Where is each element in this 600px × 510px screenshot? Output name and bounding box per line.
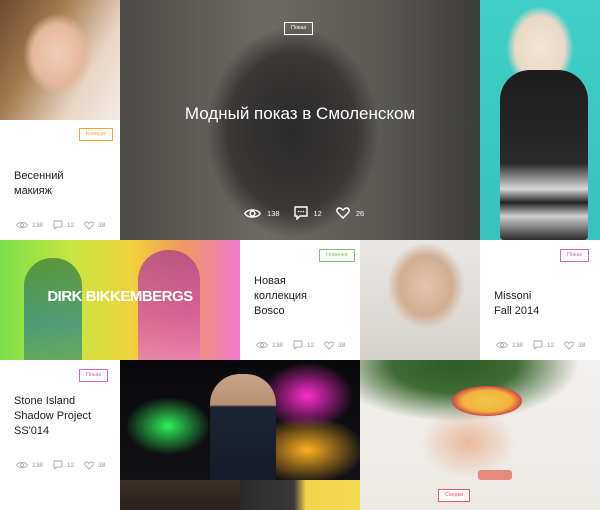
card-stone-island[interactable]: Показ Stone Island Shadow Project SS'014… xyxy=(0,360,120,480)
card-stats: 138 12 38 xyxy=(256,340,345,350)
card-spring-makeup[interactable]: Конкурс Весенний макияж 138 12 38 xyxy=(0,120,120,240)
views-count: 138 xyxy=(512,341,523,349)
comment-icon xyxy=(53,460,63,470)
tag-show: Показ xyxy=(284,22,314,35)
comments-count: 12 xyxy=(66,221,75,229)
hero-title: Модный показ в Смоленском xyxy=(184,104,416,123)
views-count: 138 xyxy=(272,341,283,349)
comments-count: 12 xyxy=(546,341,555,349)
likes-count: 38 xyxy=(98,461,106,469)
views-count: 138 xyxy=(32,221,43,229)
eye-icon xyxy=(16,461,28,469)
photo-model-portrait[interactable] xyxy=(360,240,480,360)
card-title: Missoni Fall 2014 xyxy=(494,290,540,317)
model-figure xyxy=(210,374,276,480)
likes-count: 38 xyxy=(98,221,106,229)
eye-icon xyxy=(16,221,28,229)
tag-show: Показ xyxy=(560,249,590,262)
tag-contest: Конкурс xyxy=(79,128,114,141)
views-count: 138 xyxy=(267,208,280,218)
comment-icon xyxy=(53,220,63,230)
hero-stats: 138 12 26 xyxy=(244,206,364,220)
sun-hat xyxy=(452,386,522,416)
card-stats: 138 12 38 xyxy=(16,460,105,470)
comment-icon xyxy=(293,206,308,220)
photo-bottom-center[interactable] xyxy=(240,480,360,510)
brand-logo: DIRK BIKKEMBERGS xyxy=(47,288,193,305)
comments-count: 12 xyxy=(306,341,315,349)
model-dress xyxy=(500,70,588,240)
tag-show: Показ xyxy=(79,369,109,382)
card-title: Stone Island Shadow Project SS'014 xyxy=(14,395,92,437)
card-stats: 138 12 38 xyxy=(496,340,585,350)
model-figure xyxy=(138,250,200,360)
model-figure xyxy=(24,258,82,360)
heart-icon xyxy=(335,207,350,219)
tag-sale: Скидки xyxy=(438,489,471,502)
photo-bottom-left[interactable] xyxy=(120,480,240,510)
heart-icon xyxy=(84,220,95,230)
views-count: 138 xyxy=(32,461,43,469)
likes-count: 38 xyxy=(578,341,586,349)
heart-icon xyxy=(564,340,575,350)
eye-icon xyxy=(244,208,261,218)
likes-count: 38 xyxy=(338,341,346,349)
comment-icon xyxy=(533,340,543,350)
card-title: Новая коллекция Bosco xyxy=(254,275,307,317)
hero-fashion-show[interactable]: Показ Модный показ в Смоленском 138 12 2… xyxy=(120,0,480,240)
comments-count: 12 xyxy=(66,461,75,469)
heart-icon xyxy=(324,340,335,350)
card-missoni-fall[interactable]: Показ Missoni Fall 2014 138 12 38 xyxy=(480,240,600,360)
card-stats: 138 12 38 xyxy=(16,220,105,230)
card-title: Весенний макияж xyxy=(14,170,64,197)
eye-icon xyxy=(256,341,268,349)
card-bosco-collection[interactable]: Новинки Новая коллекция Bosco 138 12 38 xyxy=(240,240,360,360)
eye-icon xyxy=(496,341,508,349)
photo-blonde-model[interactable] xyxy=(480,0,600,240)
comment-icon xyxy=(293,340,303,350)
banner-dirk-bikkembergs[interactable]: DIRK BIKKEMBERGS xyxy=(0,240,240,360)
photo-swimwear-model[interactable]: Скидки xyxy=(360,360,600,510)
photo-girl-makeup[interactable] xyxy=(0,0,120,120)
heart-icon xyxy=(84,460,95,470)
comments-count: 12 xyxy=(313,208,322,218)
photo-stone-island-model[interactable] xyxy=(120,360,360,480)
likes-count: 26 xyxy=(355,208,365,218)
swimsuit xyxy=(478,470,512,480)
tag-new: Новинки xyxy=(319,249,355,262)
